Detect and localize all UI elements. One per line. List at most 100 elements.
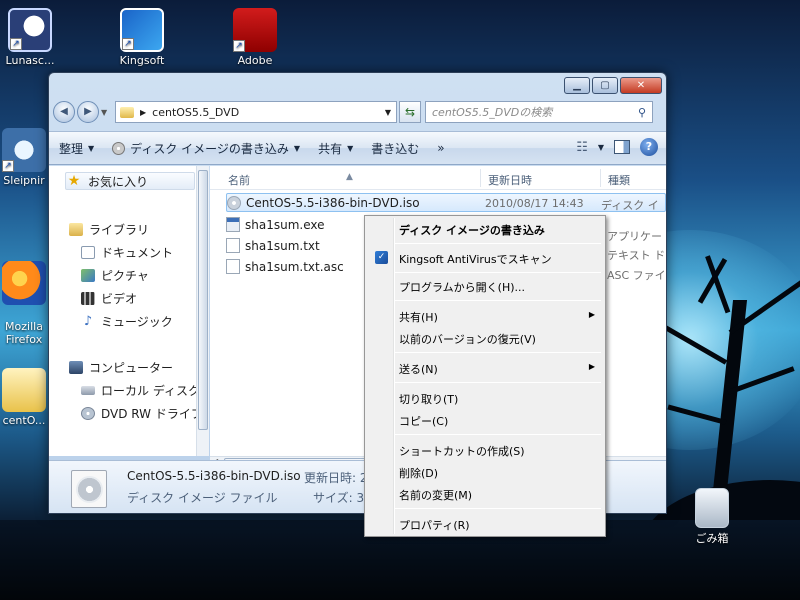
search-input[interactable]: centOS5.5_DVDの検索 ⚲	[425, 101, 653, 123]
submenu-arrow-icon: ▶	[588, 362, 595, 371]
desktop-icon-lunascape[interactable]: ↗ Lunasc...	[0, 8, 62, 67]
column-divider[interactable]	[480, 169, 481, 187]
menu-item-open-with[interactable]: プログラムから開く(H)...	[367, 276, 603, 296]
menu-item-scan[interactable]: ✓ Kingsoft AntiVirusでスキャン	[367, 248, 603, 268]
desktop-icon-kingsoft[interactable]: ↗ Kingsoft	[110, 8, 174, 67]
address-dropdown-icon[interactable]: ▼	[380, 108, 396, 117]
menu-item-label: プログラムから開く(H)...	[399, 281, 526, 294]
menu-separator	[395, 434, 601, 435]
navigation-scrollbar[interactable]	[196, 166, 209, 456]
nav-favorites[interactable]: ★ お気に入り	[65, 172, 195, 190]
organize-label: 整理	[59, 141, 84, 156]
picture-icon	[81, 268, 95, 282]
lunascape-icon: ↗	[8, 8, 52, 52]
menu-item-label: 名前の変更(M)	[399, 489, 473, 502]
nav-documents[interactable]: ドキュメント	[81, 243, 173, 261]
context-menu: ディスク イメージの書き込み ✓ Kingsoft AntiVirusでスキャン…	[364, 215, 606, 537]
desktop-icon-centos-folder[interactable]: centO...	[0, 368, 54, 427]
chevron-down-icon: ▼	[347, 143, 354, 153]
file-row-iso[interactable]: CentOS-5.5-i386-bin-DVD.iso 2010/08/17 1…	[226, 193, 666, 212]
menu-item-burn-image[interactable]: ディスク イメージの書き込み	[367, 219, 603, 239]
column-name[interactable]: 名前	[228, 172, 250, 188]
column-divider[interactable]	[600, 169, 601, 187]
antivirus-shield-icon: ✓	[375, 251, 388, 264]
organize-button[interactable]: 整理 ▼	[59, 140, 94, 157]
help-icon[interactable]: ?	[640, 138, 658, 156]
nav-dvd-drive[interactable]: DVD RW ドライブ	[81, 404, 203, 422]
desktop-icon-adobe[interactable]: ↗ Adobe	[223, 8, 287, 67]
desktop-icon-label: Kingsoft	[119, 54, 165, 67]
desktop-icon-sleipnir[interactable]: ↗ Sleipnir	[0, 128, 54, 187]
nav-local-disk[interactable]: ローカル ディスク	[81, 381, 200, 399]
menu-separator	[395, 382, 601, 383]
preview-pane-icon[interactable]	[614, 140, 630, 154]
change-view-icon[interactable]: ☷	[576, 140, 588, 155]
search-icon[interactable]: ⚲	[632, 106, 652, 119]
forward-button[interactable]: ▶	[77, 101, 99, 123]
library-icon	[69, 222, 83, 236]
menu-item-label: 切り取り(T)	[399, 393, 459, 406]
menu-item-properties[interactable]: プロパティ(R)	[367, 514, 603, 534]
menu-separator	[395, 508, 601, 509]
burn-image-button[interactable]: ディスク イメージの書き込み ▼	[112, 140, 300, 157]
chevron-down-icon: ▼	[88, 143, 95, 153]
file-name: sha1sum.txt	[245, 238, 320, 253]
desktop-icon-recycle-bin[interactable]: ごみ箱	[680, 488, 744, 546]
menu-item-label: ショートカットの作成(S)	[399, 445, 525, 458]
details-modified: 更新日時: 2	[304, 471, 368, 485]
menu-item-rename[interactable]: 名前の変更(M)	[367, 484, 603, 504]
chevron-down-icon: ▼	[293, 143, 301, 153]
history-dropdown-icon[interactable]: ▼	[101, 108, 111, 117]
search-placeholder: centOS5.5_DVDの検索	[432, 106, 553, 119]
nav-videos[interactable]: ビデオ	[81, 289, 137, 307]
column-type[interactable]: 種類	[608, 172, 630, 188]
desktop-icon-label: centO...	[2, 414, 46, 427]
address-bar[interactable]: ▶ centOS5.5_DVD ▼	[115, 101, 397, 123]
scrollbar-thumb[interactable]	[198, 170, 208, 430]
nav-computer[interactable]: コンピューター	[69, 358, 173, 376]
desktop-icon-firefox[interactable]: Mozilla Firefox	[0, 248, 54, 359]
menu-item-copy[interactable]: コピー(C)	[367, 410, 603, 430]
view-dropdown-icon[interactable]: ▼	[598, 143, 604, 152]
file-row-txt[interactable]: sha1sum.txt	[226, 236, 320, 255]
share-button[interactable]: 共有 ▼	[318, 140, 353, 157]
file-row-asc[interactable]: sha1sum.txt.asc	[226, 257, 344, 276]
breadcrumb-folder[interactable]: centOS5.5_DVD	[152, 106, 239, 119]
burn-button[interactable]: 書き込む	[371, 140, 419, 157]
file-type: ディスク イ	[601, 199, 659, 212]
music-icon: ♪	[83, 313, 93, 329]
star-icon: ★	[67, 172, 81, 189]
back-button[interactable]: ◀	[53, 101, 75, 123]
menu-item-create-shortcut[interactable]: ショートカットの作成(S)	[367, 440, 603, 460]
nav-label: DVD RW ドライブ	[101, 406, 203, 421]
burn-image-label: ディスク イメージの書き込み	[130, 141, 289, 156]
column-modified[interactable]: 更新日時	[488, 172, 532, 188]
desktop-icon-label: Sleipnir	[3, 174, 45, 187]
breadcrumb-arrow-icon[interactable]: ▶	[140, 108, 146, 117]
nav-label: ドキュメント	[101, 245, 174, 260]
file-icon	[226, 259, 240, 274]
nav-music[interactable]: ♪ ミュージック	[81, 312, 173, 330]
menu-item-send-to[interactable]: 送る(N) ▶	[367, 358, 603, 378]
close-button[interactable]: ✕	[620, 77, 662, 94]
menu-item-share[interactable]: 共有(H) ▶	[367, 306, 603, 326]
menu-item-label: 共有(H)	[399, 311, 438, 324]
shortcut-arrow-icon: ↗	[10, 38, 22, 50]
nav-pictures[interactable]: ピクチャ	[81, 266, 149, 284]
video-icon	[81, 291, 95, 305]
minimize-button[interactable]: ▁	[564, 77, 590, 94]
firefox-icon	[2, 261, 46, 305]
nav-library[interactable]: ライブラリ	[69, 220, 149, 238]
file-type: アプリケー	[607, 230, 662, 243]
nav-label: ピクチャ	[101, 268, 149, 283]
desktop-icon-label: Mozilla Firefox	[5, 320, 43, 346]
maximize-button[interactable]: ▢	[592, 77, 618, 94]
refresh-button[interactable]: ⇆	[399, 101, 421, 123]
menu-item-restore-versions[interactable]: 以前のバージョンの復元(V)	[367, 328, 603, 348]
menu-separator	[395, 300, 601, 301]
dvd-drive-icon	[81, 406, 95, 420]
menu-item-cut[interactable]: 切り取り(T)	[367, 388, 603, 408]
file-row-exe[interactable]: sha1sum.exe	[226, 215, 325, 234]
menu-item-delete[interactable]: 削除(D)	[367, 462, 603, 482]
more-commands-button[interactable]: »	[437, 141, 444, 155]
